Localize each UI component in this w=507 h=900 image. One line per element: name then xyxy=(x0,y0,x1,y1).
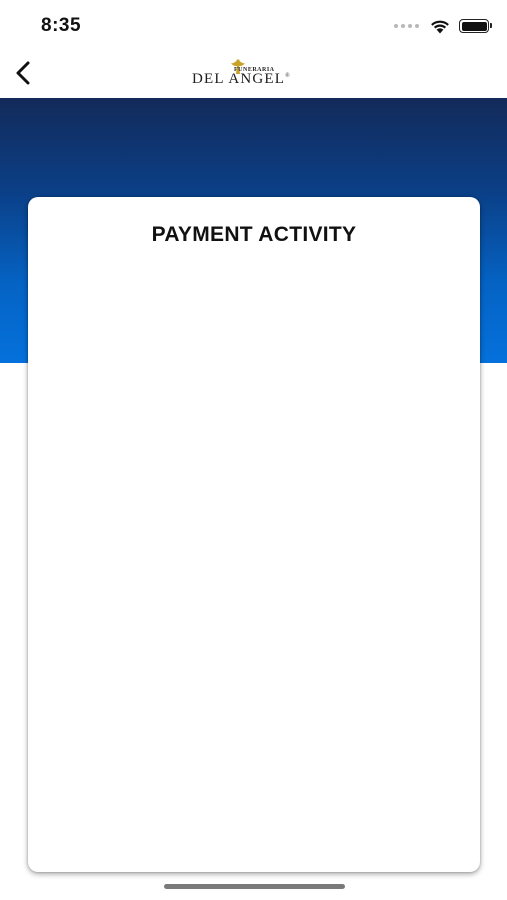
payment-activity-card: PAYMENT ACTIVITY xyxy=(28,197,480,872)
status-bar: 8:35 xyxy=(0,0,507,50)
status-icons xyxy=(394,16,492,36)
logo-main-text: DEL ANGEL® xyxy=(192,71,291,87)
card-title: PAYMENT ACTIVITY xyxy=(151,223,357,246)
battery-icon xyxy=(459,19,492,33)
back-button[interactable] xyxy=(8,58,38,88)
signal-dots-icon xyxy=(394,24,419,28)
status-time: 8:35 xyxy=(41,15,82,36)
wifi-icon xyxy=(431,20,449,34)
home-indicator[interactable] xyxy=(164,884,345,889)
brand-logo: FUNERARIA DEL ANGEL® xyxy=(192,58,317,92)
chevron-left-icon xyxy=(16,61,30,85)
nav-bar: FUNERARIA DEL ANGEL® xyxy=(0,50,507,98)
screen: 8:35 FUNERARIA DEL ANGEL® PAYMENT ACTIVI… xyxy=(0,0,507,900)
